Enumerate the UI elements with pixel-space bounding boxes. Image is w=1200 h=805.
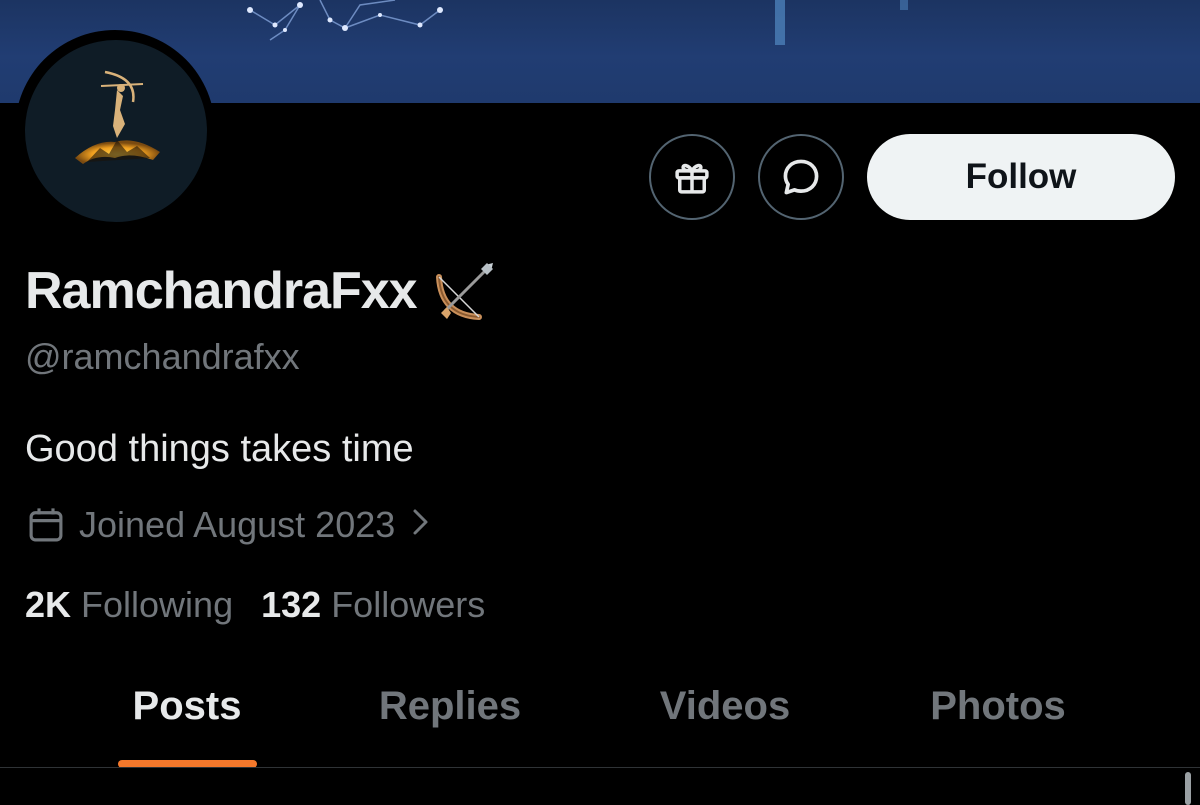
display-name: RamchandraFxx <box>25 262 418 320</box>
archer-silhouette-icon <box>75 70 160 164</box>
avatar[interactable] <box>25 40 207 222</box>
followers-link[interactable]: 132 Followers <box>261 584 485 626</box>
profile-name-row: RamchandraFxx <box>25 256 499 326</box>
tab-posts[interactable]: Posts <box>133 684 242 729</box>
message-button[interactable] <box>758 134 844 220</box>
message-bubble-icon <box>783 159 819 195</box>
following-label: Following <box>81 584 234 625</box>
gift-icon <box>675 163 709 194</box>
username-handle: @ramchandrafxx <box>25 336 300 377</box>
followers-label: Followers <box>331 584 486 625</box>
profile-bio: Good things takes time <box>25 428 414 470</box>
following-link[interactable]: 2K Following <box>25 584 233 626</box>
follow-stats: 2K Following 132 Followers <box>25 580 485 630</box>
joined-text: Joined August 2023 <box>79 504 396 545</box>
tab-videos[interactable]: Videos <box>660 684 790 729</box>
calendar-icon <box>25 504 67 546</box>
follow-button[interactable]: Follow <box>867 134 1175 220</box>
joined-date[interactable]: Joined August 2023 <box>25 500 431 550</box>
tabs-divider <box>0 767 1200 768</box>
following-count: 2K <box>25 584 72 625</box>
scrollbar[interactable] <box>1185 772 1191 805</box>
chevron-right-icon <box>411 504 431 546</box>
followers-count: 132 <box>261 584 322 625</box>
tab-replies[interactable]: Replies <box>379 684 521 729</box>
profile-tabs: Posts Replies Videos Photos <box>0 650 1200 768</box>
gift-button[interactable] <box>649 134 735 220</box>
bow-and-arrow-icon <box>431 257 499 325</box>
tab-photos[interactable]: Photos <box>930 684 1066 729</box>
